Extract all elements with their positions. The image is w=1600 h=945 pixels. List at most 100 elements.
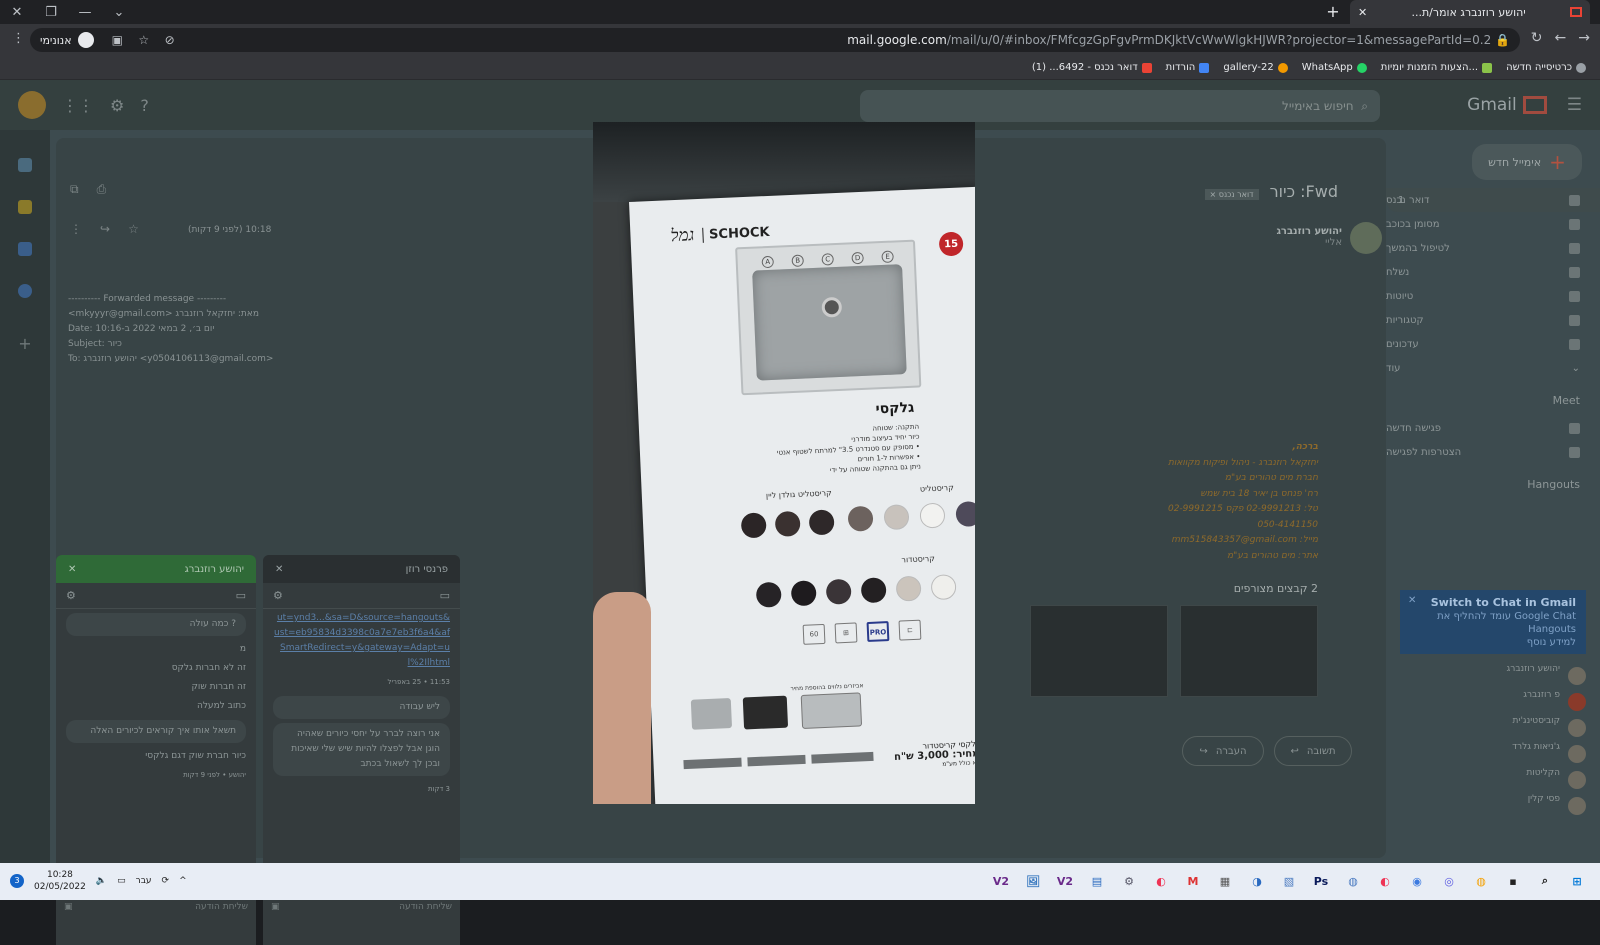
notification-badge[interactable]: 3 (10, 874, 24, 888)
taskbar-app-icon[interactable]: M (1182, 870, 1204, 892)
restore-window-icon[interactable]: ❐ (34, 0, 68, 24)
attachment-thumbnail[interactable] (1180, 605, 1318, 697)
star-icon[interactable]: ☆ (128, 222, 139, 236)
taskbar-app-icon[interactable]: ◑ (1246, 870, 1268, 892)
volume-icon[interactable]: 🔈 (96, 876, 107, 886)
url-text[interactable]: mail.google.com/mail/u/0/#inbox/FMfcgzGp… (847, 33, 1510, 47)
taskbar-app-icon[interactable]: ⌕ (1534, 870, 1556, 892)
taskbar-app-icon[interactable]: ▧ (1278, 870, 1300, 892)
hangout-contact[interactable]: קוביסטינג'ית (1386, 716, 1600, 742)
back-icon[interactable]: ← (1555, 30, 1567, 46)
taskbar-clock[interactable]: 10:28 02/05/2022 (34, 869, 86, 893)
hangout-contact[interactable]: יהושע רוזנברג (1386, 664, 1600, 690)
chat-window-header[interactable]: יהושע רוזנברג ✕ (56, 555, 256, 583)
language-indicator[interactable]: עבר (136, 876, 152, 886)
taskbar-app-icon[interactable]: V2 (1054, 870, 1076, 892)
nav-updates[interactable]: עדכונים (1386, 332, 1600, 356)
reply-button[interactable]: תשובה ↩ (1274, 736, 1352, 766)
nav-sent[interactable]: נשלח (1386, 260, 1600, 284)
taskbar-app-icon[interactable]: 🖼 (1022, 870, 1044, 892)
bookmark-inbox[interactable]: דואר נכנס - 6492... (1) (1032, 62, 1152, 73)
close-chat-icon[interactable]: ✕ (275, 564, 283, 575)
taskbar-app-icon[interactable]: ▪ (1502, 870, 1524, 892)
forward-arrow-icon[interactable]: ↪ (100, 222, 110, 236)
reload-icon[interactable]: ↻ (1531, 30, 1543, 46)
new-tab-button[interactable]: + (1324, 3, 1342, 21)
video-call-icon[interactable]: ▭ (440, 589, 450, 602)
nav-snoozed[interactable]: לטיפול בהמשך (1386, 236, 1600, 260)
more-options-icon[interactable]: ⋮ (70, 222, 82, 236)
forward-button[interactable]: העברה ↪ (1182, 736, 1264, 766)
side-panel-icon[interactable]: ▣ (112, 33, 123, 47)
video-call-icon[interactable]: ▭ (236, 589, 246, 602)
account-avatar[interactable] (18, 91, 46, 119)
bookmark-star-icon[interactable]: ☆ (138, 33, 149, 47)
search-input[interactable]: חיפוש באימייל ⌕ (860, 90, 1380, 122)
browser-tab-gmail[interactable]: ✕ יהושע רוזנברג אומר/ת... (1350, 0, 1590, 24)
hangout-contact[interactable]: הקליטות (1386, 768, 1600, 794)
calendar-icon[interactable] (18, 158, 32, 172)
taskbar-app-icon[interactable]: ⚙ (1118, 870, 1140, 892)
hangout-contact[interactable]: ג'ניאות גלרד (1386, 742, 1600, 768)
close-chat-icon[interactable]: ✕ (68, 564, 76, 575)
bookmark-whatsapp[interactable]: WhatsApp (1302, 62, 1367, 73)
apps-grid-icon[interactable]: ⋮⋮ (62, 96, 94, 115)
meet-join[interactable]: הצטרפות לפגישה (1386, 440, 1600, 464)
bookmark-gallery[interactable]: gallery-22 (1223, 62, 1288, 73)
bookmark-new-tab[interactable]: כרטיסייה חדשה (1506, 62, 1586, 73)
taskbar-app-icon[interactable]: ⊞ (1566, 870, 1588, 892)
taskbar-app-icon[interactable]: V2 (990, 870, 1012, 892)
compose-button[interactable]: אימייל חדש + (1472, 144, 1582, 180)
nav-starred[interactable]: מסומן בכוכב (1386, 212, 1600, 236)
signature-email-link[interactable]: מייל: mm515843357@gmail.com (1168, 533, 1318, 549)
network-icon[interactable]: ▭ (117, 876, 126, 886)
inbox-label-chip[interactable]: דואר נכנס × (1204, 189, 1259, 200)
bookmark-downloads[interactable]: הורדות (1166, 62, 1210, 73)
nav-inbox[interactable]: דואר נכנס 1 (1386, 188, 1600, 212)
show-hidden-icons-chevron[interactable]: ^ (179, 876, 187, 886)
taskbar-app-icon[interactable]: ▦ (1214, 870, 1236, 892)
gmail-logo[interactable]: Gmail ☰ (1467, 95, 1582, 115)
tab-search-chevron-icon[interactable]: ⌄ (102, 0, 136, 24)
hangout-contact[interactable]: פסי קלין (1386, 794, 1600, 820)
close-window-icon[interactable]: ✕ (0, 0, 34, 24)
nav-drafts[interactable]: טיוטות (1386, 284, 1600, 308)
forward-icon[interactable]: → (1578, 30, 1590, 46)
nav-more[interactable]: עוד ⌄ (1386, 356, 1600, 380)
chat-window-header[interactable]: פרנסי רוזן ✕ (263, 555, 460, 583)
minimize-window-icon[interactable]: — (68, 0, 102, 24)
hangout-contact[interactable]: פ רוזנברג (1386, 690, 1600, 716)
close-promo-icon[interactable]: ✕ (1408, 594, 1416, 607)
bookmark-orders[interactable]: הצעות הזמנות יומיות... (1381, 62, 1493, 73)
image-attach-icon[interactable]: ▣ (271, 902, 280, 912)
keep-icon[interactable] (18, 200, 32, 214)
attachment-thumbnail[interactable] (1030, 605, 1168, 697)
signature-site-link[interactable]: אתר: מים טהורים בע"מ (1168, 549, 1318, 565)
chat-promo-banner[interactable]: ✕ Switch to Chat in Gmail Google Chat עו… (1400, 590, 1586, 654)
sync-icon[interactable]: ⟳ (162, 876, 170, 886)
tab-close-icon[interactable]: ✕ (1358, 6, 1367, 19)
add-addon-icon[interactable]: + (0, 334, 50, 353)
taskbar-app-icon[interactable]: ◎ (1438, 870, 1460, 892)
nav-categories[interactable]: קטגוריות (1386, 308, 1600, 332)
taskbar-app-icon[interactable]: ◐ (1150, 870, 1172, 892)
taskbar-app-icon[interactable]: ◐ (1374, 870, 1396, 892)
taskbar-app-icon[interactable]: Ps (1310, 870, 1332, 892)
taskbar-app-icon[interactable]: ▤ (1086, 870, 1108, 892)
chat-link[interactable]: ut=ynd3...&sa=D&source=hangouts&ust=eb95… (263, 609, 460, 673)
browser-menu-icon[interactable]: ⋮ (12, 31, 25, 46)
taskbar-app-icon[interactable]: ◍ (1342, 870, 1364, 892)
chat-settings-icon[interactable]: ⚙ (273, 589, 283, 602)
print-icon[interactable]: ⎙ (97, 182, 107, 197)
open-new-window-icon[interactable]: ⧉ (70, 182, 79, 197)
chat-settings-icon[interactable]: ⚙ (66, 589, 76, 602)
meet-new-meeting[interactable]: פגישה חדשה (1386, 416, 1600, 440)
settings-gear-icon[interactable]: ⚙ (110, 96, 124, 115)
tasks-icon[interactable] (18, 242, 32, 256)
contacts-icon[interactable] (18, 284, 32, 298)
taskbar-app-icon[interactable]: ◉ (1406, 870, 1428, 892)
image-attach-icon[interactable]: ▣ (64, 902, 73, 912)
main-menu-icon[interactable]: ☰ (1567, 95, 1582, 115)
attachment-preview-photo[interactable]: גמל SCHOCK 15 A B C D E גלקסי התקנה: שטו… (593, 122, 975, 804)
eye-off-icon[interactable]: ⊘ (165, 33, 175, 47)
